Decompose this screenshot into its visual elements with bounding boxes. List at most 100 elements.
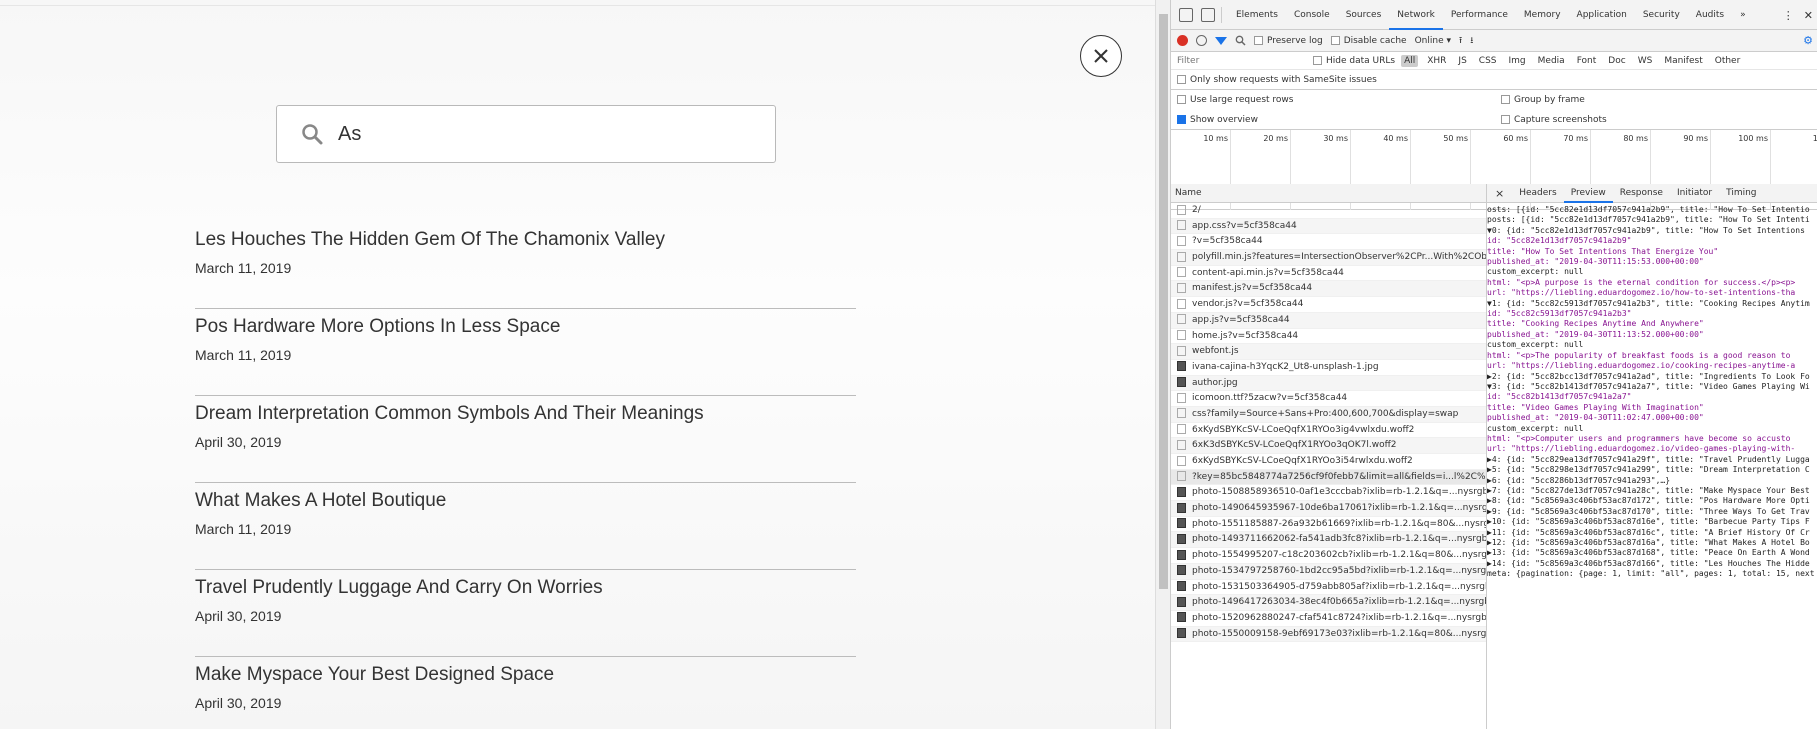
- tab-elements[interactable]: Elements: [1228, 0, 1286, 30]
- samesite-option[interactable]: Only show requests with SameSite issues: [1171, 70, 1817, 90]
- json-line[interactable]: ▶9: {id: "5c8569a3c406bf53ac87d170", tit…: [1487, 507, 1817, 517]
- record-icon[interactable]: [1177, 35, 1188, 46]
- json-line[interactable]: ▼3: {id: "5cc82b1413df7057c941a2a7", tit…: [1487, 382, 1817, 392]
- json-line[interactable]: ▶14: {id: "5c8569a3c406bf53ac87d166", ti…: [1487, 559, 1817, 569]
- preserve-log-checkbox[interactable]: [1254, 35, 1263, 45]
- settings-gear-icon[interactable]: ⚙: [1803, 34, 1813, 47]
- more-options-icon[interactable]: ⋮: [1783, 9, 1794, 22]
- json-line[interactable]: ▶10: {id: "5c8569a3c406bf53ac87d16e", ti…: [1487, 517, 1817, 527]
- show-overview-checkbox[interactable]: [1177, 114, 1186, 124]
- tab-security[interactable]: Security: [1635, 0, 1688, 30]
- tab-preview[interactable]: Preview: [1563, 184, 1613, 203]
- request-row[interactable]: app.css?v=5cf358ca44: [1171, 218, 1486, 235]
- request-row[interactable]: 6xKydSBYKcSV-LCoeQqfX1RYOo3i54rwlxdu.wof…: [1171, 454, 1486, 470]
- type-filter-js[interactable]: JS: [1455, 55, 1469, 67]
- type-filter-ws[interactable]: WS: [1635, 55, 1656, 67]
- tab-timing[interactable]: Timing: [1719, 184, 1763, 203]
- request-row[interactable]: css?family=Source+Sans+Pro:400,600,700&d…: [1171, 406, 1486, 423]
- request-row[interactable]: photo-1496417263034-38ec4f0b665a?ixlib=r…: [1171, 595, 1486, 611]
- json-line[interactable]: ▶5: {id: "5cc8298e13df7057c941a299", tit…: [1487, 465, 1817, 475]
- page-scrollbar[interactable]: [1155, 0, 1170, 729]
- tab-application[interactable]: Application: [1569, 0, 1635, 30]
- close-detail-icon[interactable]: ×: [1487, 187, 1512, 200]
- type-filter-manifest[interactable]: Manifest: [1661, 55, 1705, 67]
- request-row[interactable]: ?v=5cf358ca44: [1171, 234, 1486, 251]
- type-filter-media[interactable]: Media: [1535, 55, 1568, 67]
- json-line[interactable]: ▶8: {id: "5c8569a3c406bf53ac87d172", tit…: [1487, 496, 1817, 506]
- type-filter-font[interactable]: Font: [1574, 55, 1600, 67]
- request-row[interactable]: webfont.js: [1171, 344, 1486, 360]
- tab-performance[interactable]: Performance: [1443, 0, 1516, 30]
- tab-audits[interactable]: Audits: [1688, 0, 1732, 30]
- more-tabs-button[interactable]: »: [1732, 0, 1754, 30]
- request-row[interactable]: icomoon.ttf?5zacw?v=5cf358ca44: [1171, 391, 1486, 407]
- capture-screenshots-checkbox[interactable]: [1501, 114, 1510, 124]
- tab-console[interactable]: Console: [1286, 0, 1338, 30]
- request-row[interactable]: 2/: [1171, 203, 1486, 219]
- request-row[interactable]: photo-1534797258760-1bd2cc95a5bd?ixlib=r…: [1171, 563, 1486, 580]
- type-filter-xhr[interactable]: XHR: [1424, 55, 1449, 67]
- large-rows-checkbox[interactable]: [1177, 95, 1186, 104]
- request-row[interactable]: polyfill.min.js?features=IntersectionObs…: [1171, 250, 1486, 266]
- request-row[interactable]: photo-1531503364905-d759abb805af?ixlib=r…: [1171, 580, 1486, 596]
- group-by-frame-checkbox[interactable]: [1501, 95, 1510, 104]
- type-filter-doc[interactable]: Doc: [1605, 55, 1628, 67]
- close-search-button[interactable]: [1080, 35, 1122, 77]
- clear-icon[interactable]: [1196, 35, 1207, 46]
- group-by-frame-option[interactable]: Group by frame: [1501, 95, 1585, 105]
- json-line[interactable]: ▼1: {id: "5cc82c5913df7057c941a2b3", tit…: [1487, 299, 1817, 309]
- json-line[interactable]: ▶2: {id: "5cc82bcc13df7057c941a2ad", tit…: [1487, 372, 1817, 382]
- type-filter-css[interactable]: CSS: [1476, 55, 1500, 67]
- json-line[interactable]: ▶7: {id: "5cc827de13df7057c941a28c", tit…: [1487, 486, 1817, 496]
- result-title[interactable]: Les Houches The Hidden Gem Of The Chamon…: [195, 226, 856, 254]
- request-row[interactable]: photo-1554995207-c18c203602cb?ixlib=rb-1…: [1171, 548, 1486, 564]
- search-input[interactable]: [338, 122, 738, 146]
- json-line[interactable]: ▶12: {id: "5c8569a3c406bf53ac87d16a", ti…: [1487, 538, 1817, 548]
- result-title[interactable]: What Makes A Hotel Boutique: [195, 487, 856, 515]
- result-title[interactable]: Make Myspace Your Best Designed Space: [195, 661, 856, 689]
- request-row[interactable]: photo-1490645935967-10de6ba17061?ixlib=r…: [1171, 501, 1486, 517]
- json-line[interactable]: ▶6: {id: "5cc8286b13df7057c941a293",…}: [1487, 476, 1817, 486]
- result-title[interactable]: Travel Prudently Luggage And Carry On Wo…: [195, 574, 856, 602]
- tab-initiator[interactable]: Initiator: [1670, 184, 1719, 203]
- type-filter-img[interactable]: Img: [1506, 55, 1529, 67]
- download-icon[interactable]: ⭳: [1470, 33, 1473, 49]
- name-column-header[interactable]: Name: [1171, 184, 1486, 203]
- inspect-element-icon[interactable]: [1179, 7, 1193, 22]
- request-row[interactable]: author.jpg: [1171, 375, 1486, 392]
- tab-headers[interactable]: Headers: [1512, 184, 1563, 203]
- disable-cache-checkbox[interactable]: [1330, 35, 1340, 45]
- type-filter-all[interactable]: All: [1401, 54, 1419, 67]
- hide-data-urls-option[interactable]: Hide data URLs: [1313, 55, 1395, 66]
- scrollbar-thumb[interactable]: [1159, 14, 1168, 589]
- tab-network[interactable]: Network: [1389, 0, 1443, 30]
- filter-input[interactable]: [1177, 53, 1307, 68]
- upload-icon[interactable]: ⭱: [1459, 33, 1462, 49]
- request-row[interactable]: photo-1551185887-26a932b61669?ixlib=rb-1…: [1171, 517, 1486, 533]
- json-line[interactable]: ▼0: {id: "5cc82e1d13df7057c941a2b9", tit…: [1487, 226, 1817, 236]
- search-field[interactable]: [276, 105, 776, 163]
- json-line[interactable]: ▶4: {id: "5cc829ea13df7057c941a29f", tit…: [1487, 455, 1817, 465]
- request-row[interactable]: ?key=85bc5848774a7256cf9f0febb7&limit=al…: [1171, 469, 1486, 486]
- hide-data-urls-checkbox[interactable]: [1313, 55, 1322, 65]
- tab-sources[interactable]: Sources: [1338, 0, 1390, 30]
- tab-response[interactable]: Response: [1613, 184, 1670, 203]
- request-row[interactable]: content-api.min.js?v=5cf358ca44: [1171, 266, 1486, 282]
- type-filter-other[interactable]: Other: [1712, 55, 1744, 67]
- capture-screenshots-option[interactable]: Capture screenshots: [1501, 114, 1607, 125]
- tab-memory[interactable]: Memory: [1516, 0, 1569, 30]
- samesite-checkbox[interactable]: [1177, 75, 1186, 84]
- request-row[interactable]: photo-1508858936510-0af1e3cccbab?ixlib=r…: [1171, 485, 1486, 502]
- request-row[interactable]: photo-1550009158-9ebf69173e03?ixlib=rb-1…: [1171, 626, 1486, 643]
- request-row[interactable]: app.js?v=5cf358ca44: [1171, 312, 1486, 329]
- request-row[interactable]: ivana-cajina-h3YqcK2_Ut8-unsplash-1.jpg: [1171, 360, 1486, 376]
- json-line[interactable]: ▶11: {id: "5c8569a3c406bf53ac87d16c", ti…: [1487, 528, 1817, 538]
- request-row[interactable]: 6xKydSBYKcSV-LCoeQqfX1RYOo3ig4vwlxdu.wof…: [1171, 423, 1486, 439]
- filter-icon[interactable]: [1215, 36, 1227, 45]
- preserve-log-option[interactable]: Preserve log: [1254, 35, 1323, 46]
- device-toolbar-icon[interactable]: [1201, 7, 1215, 22]
- throttle-select[interactable]: Online ▾: [1415, 36, 1451, 46]
- result-title[interactable]: Pos Hardware More Options In Less Space: [195, 313, 856, 341]
- result-title[interactable]: Dream Interpretation Common Symbols And …: [195, 400, 856, 428]
- request-row[interactable]: home.js?v=5cf358ca44: [1171, 329, 1486, 345]
